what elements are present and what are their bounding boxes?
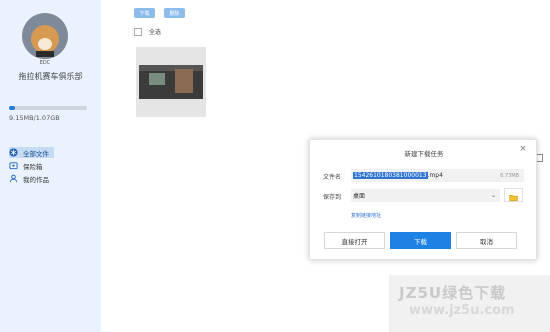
folder-icon — [509, 186, 518, 205]
select-all[interactable]: 全选 — [134, 27, 161, 36]
chevron-down-icon: ⌄ — [490, 192, 496, 199]
confirm-download-button[interactable]: 下载 — [390, 232, 451, 249]
dog-snout — [38, 38, 52, 50]
avatar[interactable] — [22, 13, 68, 59]
avatar-tag-badge — [36, 51, 54, 57]
watermark-brand: JZ5U绿色下载 — [399, 284, 507, 302]
frame-figure — [175, 69, 193, 93]
close-icon[interactable]: × — [517, 143, 529, 155]
person-icon — [9, 174, 18, 183]
folder-browse-button[interactable] — [504, 188, 523, 202]
open-directly-button[interactable]: 直接打开 — [324, 232, 385, 249]
frame-highlight — [149, 73, 165, 85]
sidebar-item-label: 全部文件 — [23, 149, 49, 158]
filename-field[interactable]: 1542610180381000013 .mp4 8.73MB — [351, 169, 524, 182]
sidebar-item-safe[interactable]: 保险箱 — [9, 160, 43, 171]
storage-bar — [9, 106, 87, 110]
download-button[interactable]: 下载 — [134, 8, 155, 18]
filename-label: 文件名 — [323, 174, 342, 181]
sidebar-item-label: 保险箱 — [23, 162, 43, 171]
safe-icon — [9, 161, 18, 170]
dialog-title: 新建下载任务 — [404, 150, 444, 158]
new-download-dialog: 新建下载任务 × 文件名 1542610180381000013 .mp4 8.7… — [309, 139, 537, 260]
file-size: 8.73MB — [500, 172, 519, 179]
frame-top-bar — [139, 65, 203, 71]
storage-bar-fill — [9, 106, 16, 110]
copy-link-button[interactable]: 复制链接地址 — [351, 212, 381, 219]
filename-selected-text: 1542610180381000013 — [353, 172, 428, 179]
username: 拖拉机赛车俱乐部 — [18, 72, 83, 81]
sidebar: EDC 拖拉机赛车俱乐部 9.15MB/1.07GB 全部文件 保险箱 我的作品 — [0, 0, 101, 332]
select-all-label: 全选 — [149, 29, 162, 36]
select-all-checkbox[interactable] — [134, 27, 142, 36]
watermark-url: www.jz5u.com — [409, 303, 515, 318]
snowflake-icon — [9, 148, 18, 157]
delete-button[interactable]: 删除 — [164, 8, 185, 18]
video-thumbnail[interactable] — [136, 47, 206, 117]
save-location-select[interactable]: 桌面 ⌄ — [351, 189, 500, 202]
save-to-label: 保存到 — [323, 194, 342, 201]
storage-text: 9.15MB/1.07GB — [9, 114, 60, 122]
sidebar-item-label: 我的作品 — [23, 175, 49, 184]
sidebar-item-my-works[interactable]: 我的作品 — [9, 173, 49, 184]
sidebar-item-all-files[interactable]: 全部文件 — [9, 147, 54, 158]
avatar-tag-text: EDC — [39, 60, 51, 66]
cancel-button[interactable]: 取消 — [456, 232, 517, 249]
filename-extension: .mp4 — [427, 172, 443, 179]
save-location-value: 桌面 — [353, 193, 366, 200]
video-frame — [139, 65, 203, 99]
